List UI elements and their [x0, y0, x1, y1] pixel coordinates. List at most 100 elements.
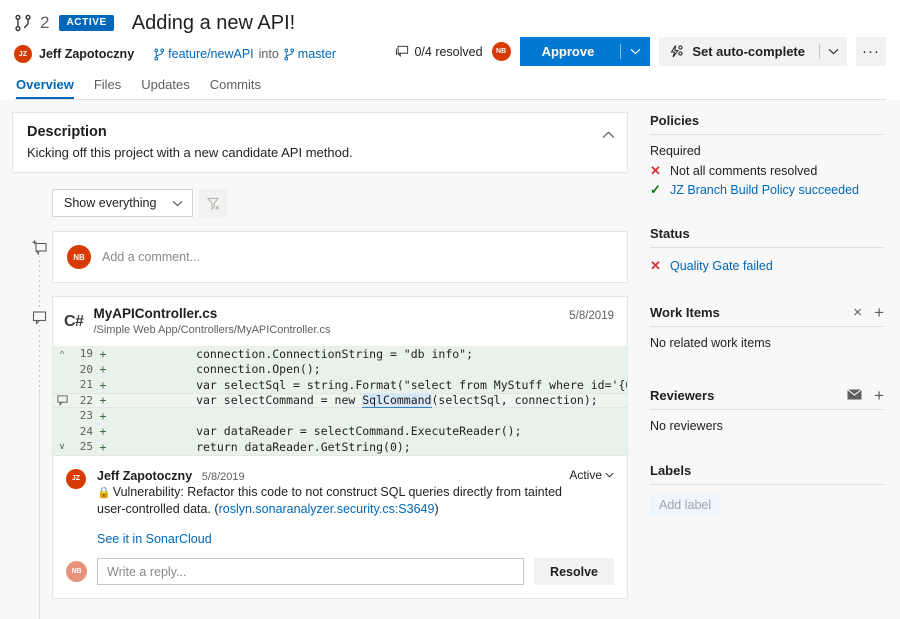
- required-label: Required: [650, 144, 884, 158]
- diff-marker: +: [93, 347, 113, 361]
- avatar-current-user: NB: [67, 245, 91, 269]
- status-item[interactable]: ✕ Quality Gate failed: [650, 257, 884, 276]
- pr-header-actions: 0/4 resolved NB Approve: [395, 37, 886, 66]
- status-link[interactable]: Quality Gate failed: [670, 259, 773, 273]
- timeline-connector-2: [39, 391, 40, 619]
- policy-item[interactable]: ✓ JZ Branch Build Policy succeeded: [650, 181, 884, 200]
- page-title: Adding a new API!: [132, 12, 295, 35]
- approve-button[interactable]: Approve: [520, 37, 621, 66]
- work-items-header: Work Items × +: [650, 305, 884, 327]
- chevron-up-icon: [602, 131, 615, 139]
- code-text: return dataReader.GetString(0);: [113, 440, 411, 454]
- pr-header-meta-row: JZ Jeff Zapotoczny feature/newAPI into m…: [14, 39, 886, 69]
- more-options-button[interactable]: ···: [856, 37, 886, 66]
- line-number: 24: [71, 425, 93, 438]
- set-autocomplete-button[interactable]: Set auto-complete: [659, 37, 819, 66]
- diff-line-commented: 22 + var selectCommand = new SqlCommand(…: [53, 393, 627, 409]
- work-items-title: Work Items: [650, 305, 720, 320]
- reviewers-section: Reviewers + No reviewers: [650, 388, 884, 433]
- tab-updates[interactable]: Updates: [141, 77, 189, 99]
- expand-down-button[interactable]: ∨: [53, 441, 71, 452]
- add-comment-input[interactable]: Add a comment...: [102, 250, 200, 264]
- line-number: 23: [71, 409, 93, 422]
- autocomplete-dropdown-button[interactable]: [819, 37, 847, 66]
- chevron-down-icon: [630, 48, 641, 55]
- target-branch-link[interactable]: master: [298, 47, 336, 61]
- diff-line: ^ 19 + connection.ConnectionString = "db…: [53, 346, 627, 362]
- line-number: 20: [71, 363, 93, 376]
- branch-icon: [154, 48, 165, 61]
- description-collapse-button[interactable]: [602, 127, 615, 142]
- avatar-reply-user: NB: [66, 561, 87, 582]
- check-icon: ✓: [650, 183, 661, 198]
- work-items-section: Work Items × + No related work items: [650, 305, 884, 350]
- diff-marker: +: [93, 393, 113, 407]
- tab-commits[interactable]: Commits: [210, 77, 261, 99]
- sidebar: Policies Required ✕ Not all comments res…: [642, 100, 900, 554]
- code-text: connection.ConnectionString = "db info";: [113, 347, 473, 361]
- rule-link[interactable]: roslyn.sonaranalyzer.security.cs:S3649: [219, 502, 435, 516]
- reply-row: NB Write a reply... Resolve: [53, 548, 627, 598]
- add-label-button[interactable]: Add label: [650, 494, 720, 516]
- code-comment-icon: [31, 309, 48, 326]
- pr-count: 2: [40, 13, 49, 33]
- line-number: 19: [71, 347, 93, 360]
- diff-line: 23 +: [53, 408, 627, 424]
- policies-title: Policies: [650, 113, 699, 128]
- diff-marker: +: [93, 409, 113, 423]
- thread-status-dropdown[interactable]: Active: [569, 468, 614, 482]
- file-header: C# MyAPIController.cs /Simple Web App/Co…: [53, 297, 627, 346]
- avatar-reviewer[interactable]: NB: [492, 42, 511, 61]
- show-everything-select[interactable]: Show everything: [52, 189, 193, 217]
- add-comment-card[interactable]: NB Add a comment...: [52, 231, 628, 283]
- comment-icon: [395, 45, 409, 58]
- code-text: var selectSql = string.Format("select fr…: [113, 378, 627, 392]
- approve-dropdown-button[interactable]: [620, 37, 650, 66]
- autocomplete-split-button: Set auto-complete: [659, 37, 847, 66]
- mail-icon[interactable]: [847, 388, 862, 403]
- page-body: Description Kicking off this project wit…: [0, 100, 900, 554]
- policy-link[interactable]: JZ Branch Build Policy succeeded: [670, 183, 859, 197]
- resolved-count[interactable]: 0/4 resolved: [395, 45, 482, 59]
- diff-marker: +: [93, 424, 113, 438]
- line-number: 25: [71, 440, 93, 453]
- branch-icon-target: [284, 48, 295, 61]
- resolve-button[interactable]: Resolve: [534, 558, 614, 585]
- tab-overview[interactable]: Overview: [16, 77, 74, 99]
- add-reviewer-icon[interactable]: +: [874, 386, 884, 406]
- reply-input[interactable]: Write a reply...: [97, 558, 524, 585]
- file-name[interactable]: MyAPIController.cs: [93, 306, 330, 323]
- code-text: var dataReader = selectCommand.ExecuteRe…: [113, 424, 522, 438]
- lock-icon: 🔒: [97, 487, 111, 499]
- add-work-item-icon[interactable]: +: [874, 303, 884, 323]
- approve-split-button: Approve: [520, 37, 651, 66]
- diff-marker: +: [93, 378, 113, 392]
- auto-complete-icon: [668, 44, 684, 59]
- code-flagged-token[interactable]: SqlCommand: [362, 393, 431, 408]
- expand-up-button[interactable]: ^: [53, 349, 71, 359]
- tab-files[interactable]: Files: [94, 77, 121, 99]
- labels-header: Labels: [650, 463, 884, 485]
- diff-marker: +: [93, 440, 113, 454]
- thread-status-label: Active: [569, 468, 602, 482]
- clear-filter-button[interactable]: [199, 189, 227, 217]
- filter-clear-icon: [206, 196, 221, 211]
- line-comment-indicator[interactable]: [53, 395, 71, 406]
- status-section: Status ✕ Quality Gate failed: [650, 226, 884, 276]
- set-autocomplete-label: Set auto-complete: [692, 44, 805, 59]
- main-column: Description Kicking off this project wit…: [0, 100, 642, 554]
- avatar-comment-author[interactable]: JZ: [66, 469, 86, 489]
- source-branch-link[interactable]: feature/newAPI: [168, 47, 253, 61]
- close-icon[interactable]: ×: [853, 304, 862, 321]
- filter-row: Show everything: [52, 189, 628, 217]
- avatar-author[interactable]: JZ: [14, 45, 32, 63]
- comment-thread: JZ Jeff Zapotoczny 5/8/2019 🔒Vulnerabili…: [52, 456, 628, 600]
- sonarcloud-link[interactable]: See it in SonarCloud: [97, 532, 212, 546]
- comment-text-tail: ): [434, 502, 438, 516]
- code-text-pre: var selectCommand = new: [113, 393, 362, 407]
- diff-line: 24 + var dataReader = selectCommand.Exec…: [53, 424, 627, 440]
- diff-line: ∨ 25 + return dataReader.GetString(0);: [53, 439, 627, 455]
- description-card: Description Kicking off this project wit…: [12, 112, 628, 173]
- comment-body: 🔒Vulnerability: Refactor this code to no…: [97, 484, 577, 520]
- diff-line: 21 + var selectSql = string.Format("sele…: [53, 377, 627, 393]
